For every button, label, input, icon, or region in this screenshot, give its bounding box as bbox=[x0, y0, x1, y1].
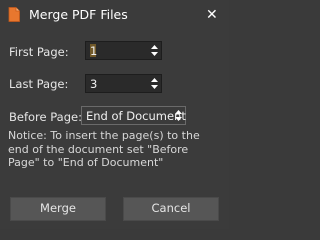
first-page-spinbox[interactable]: 1 bbox=[85, 41, 162, 60]
close-icon: ✕ bbox=[206, 7, 218, 23]
pdf-file-icon bbox=[8, 7, 20, 22]
first-page-value[interactable]: 1 bbox=[90, 44, 97, 58]
close-button[interactable]: ✕ bbox=[199, 0, 229, 31]
cancel-button[interactable]: Cancel bbox=[123, 197, 219, 221]
merge-button[interactable]: Merge bbox=[10, 197, 106, 221]
spin-arrows-icon[interactable] bbox=[150, 76, 159, 91]
first-page-label: First Page: bbox=[9, 45, 69, 59]
spin-arrows-icon[interactable] bbox=[150, 43, 159, 58]
before-page-spinbox[interactable]: End of Document bbox=[81, 106, 186, 125]
spin-arrows-icon[interactable] bbox=[174, 108, 183, 123]
notice-text: Notice: To insert the page(s) to the end… bbox=[8, 129, 200, 169]
window-title: Merge PDF Files bbox=[29, 7, 128, 22]
last-page-value[interactable]: 3 bbox=[90, 77, 97, 91]
last-page-spinbox[interactable]: 3 bbox=[85, 74, 162, 93]
title-bar[interactable]: Merge PDF Files ✕ bbox=[0, 0, 229, 31]
before-page-value[interactable]: End of Document bbox=[86, 109, 186, 123]
before-page-label: Before Page: bbox=[9, 110, 82, 124]
last-page-label: Last Page: bbox=[9, 77, 69, 91]
merge-pdf-dialog: Merge PDF Files ✕ First Page: 1 Last Pag… bbox=[0, 0, 229, 229]
